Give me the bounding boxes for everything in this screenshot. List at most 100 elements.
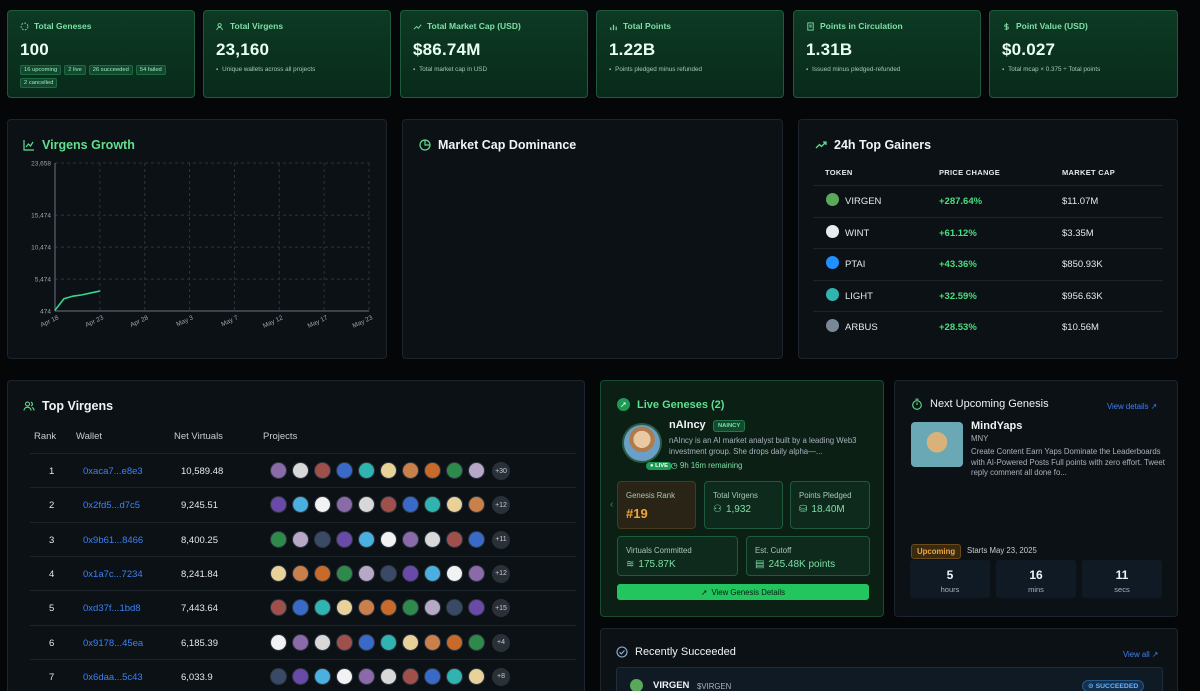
project-avatar[interactable]: [380, 564, 397, 582]
project-avatar[interactable]: [468, 599, 485, 617]
project-avatar[interactable]: [336, 633, 353, 651]
project-avatar[interactable]: [292, 462, 309, 479]
project-avatar[interactable]: [314, 599, 331, 617]
status-chip[interactable]: 54 failed: [135, 65, 166, 75]
virgen-row[interactable]: 7 0x6daa...5c43 6,033.9 +8: [30, 658, 576, 691]
project-avatar[interactable]: [402, 496, 419, 514]
project-avatar[interactable]: [270, 496, 287, 514]
project-avatar[interactable]: [314, 462, 331, 479]
view-details-link[interactable]: View details ↗: [1107, 402, 1157, 411]
project-avatar[interactable]: [380, 667, 397, 685]
project-avatar[interactable]: [424, 633, 441, 651]
project-avatar[interactable]: [270, 462, 287, 479]
project-avatar[interactable]: [446, 633, 463, 651]
project-avatar[interactable]: [292, 530, 309, 548]
gainer-row[interactable]: VIRGEN +287.64% $11.07M: [813, 185, 1163, 217]
upcoming-name[interactable]: MindYaps: [971, 420, 1022, 432]
project-avatar[interactable]: [314, 667, 331, 685]
project-avatar[interactable]: [424, 599, 441, 617]
project-avatar[interactable]: [292, 564, 309, 582]
gainer-row[interactable]: LIGHT +32.59% $956.63K: [813, 279, 1163, 312]
project-avatar[interactable]: [358, 564, 375, 582]
project-avatar[interactable]: [424, 564, 441, 582]
succeeded-item[interactable]: VIRGEN $VIRGEN ⊙ SUCCEEDED: [616, 667, 1163, 691]
project-avatar[interactable]: [402, 667, 419, 685]
project-avatar[interactable]: [446, 496, 463, 514]
project-avatar[interactable]: [468, 462, 485, 479]
wallet-link[interactable]: 0x2fd5...d7c5: [83, 500, 140, 511]
project-avatar[interactable]: [292, 633, 309, 651]
project-avatar[interactable]: [402, 599, 419, 617]
project-avatar[interactable]: [270, 599, 287, 617]
view-genesis-details-button[interactable]: ➚ View Genesis Details: [617, 584, 869, 600]
more-projects-badge[interactable]: +4: [492, 633, 510, 652]
project-avatar[interactable]: [380, 633, 397, 651]
more-projects-badge[interactable]: +12: [492, 496, 510, 515]
project-avatar[interactable]: [336, 667, 353, 685]
wallet-link[interactable]: 0xd37f...1bd8: [83, 603, 141, 614]
project-avatar[interactable]: [358, 462, 375, 479]
project-avatar[interactable]: [446, 462, 463, 479]
project-avatar[interactable]: [380, 462, 397, 479]
genesis-avatar[interactable]: [622, 423, 662, 463]
project-avatar[interactable]: [314, 564, 331, 582]
project-avatar[interactable]: [402, 530, 419, 548]
project-avatar[interactable]: [468, 530, 485, 548]
wallet-link[interactable]: 0xaca7...e8e3: [83, 466, 143, 477]
project-avatar[interactable]: [292, 667, 309, 685]
project-avatar[interactable]: [446, 599, 463, 617]
wallet-link[interactable]: 0x9178...45ea: [83, 638, 143, 649]
project-avatar[interactable]: [292, 496, 309, 514]
view-all-link[interactable]: View all ↗: [1123, 650, 1158, 659]
project-avatar[interactable]: [380, 599, 397, 617]
status-chip[interactable]: 2 cancelled: [20, 78, 58, 88]
project-avatar[interactable]: [336, 599, 353, 617]
virgen-row[interactable]: 1 0xaca7...e8e3 10,589.48 +30: [30, 453, 576, 487]
project-avatar[interactable]: [358, 599, 375, 617]
virgen-row[interactable]: 2 0x2fd5...d7c5 9,245.51 +12: [30, 487, 576, 521]
status-chip[interactable]: 26 succeeded: [88, 65, 133, 75]
project-avatar[interactable]: [270, 633, 287, 651]
project-avatar[interactable]: [424, 462, 441, 479]
project-avatar[interactable]: [468, 667, 485, 685]
more-projects-badge[interactable]: +11: [492, 530, 510, 549]
virgen-row[interactable]: 4 0x1a7c...7234 8,241.84 +12: [30, 555, 576, 590]
project-avatar[interactable]: [380, 496, 397, 514]
project-avatar[interactable]: [402, 564, 419, 582]
project-avatar[interactable]: [446, 530, 463, 548]
more-projects-badge[interactable]: +12: [492, 564, 510, 583]
virgen-row[interactable]: 5 0xd37f...1bd8 7,443.64 +15: [30, 590, 576, 624]
project-avatar[interactable]: [402, 462, 419, 479]
project-avatar[interactable]: [270, 530, 287, 548]
project-avatar[interactable]: [292, 599, 309, 617]
virgen-row[interactable]: 3 0x9b61...8466 8,400.25 +11: [30, 521, 576, 556]
project-avatar[interactable]: [446, 564, 463, 582]
project-avatar[interactable]: [468, 633, 485, 651]
status-chip[interactable]: 2 live: [64, 65, 86, 75]
gainer-row[interactable]: ARBUS +28.53% $10.56M: [813, 311, 1163, 343]
project-avatar[interactable]: [358, 496, 375, 514]
wallet-link[interactable]: 0x6daa...5c43: [83, 672, 143, 683]
more-projects-badge[interactable]: +8: [492, 667, 510, 686]
project-avatar[interactable]: [314, 530, 331, 548]
project-avatar[interactable]: [314, 633, 331, 651]
status-chip[interactable]: 16 upcoming: [20, 65, 62, 75]
gainer-row[interactable]: WINT +61.12% $3.35M: [813, 216, 1163, 249]
project-avatar[interactable]: [270, 564, 287, 582]
project-avatar[interactable]: [358, 530, 375, 548]
virgen-row[interactable]: 6 0x9178...45ea 6,185.39 +4: [30, 624, 576, 659]
wallet-link[interactable]: 0x9b61...8466: [83, 535, 143, 546]
project-avatar[interactable]: [402, 633, 419, 651]
project-avatar[interactable]: [424, 530, 441, 548]
genesis-name[interactable]: nAIncy: [669, 419, 706, 431]
project-avatar[interactable]: [446, 667, 463, 685]
project-avatar[interactable]: [314, 496, 331, 514]
upcoming-avatar[interactable]: [911, 422, 963, 467]
project-avatar[interactable]: [336, 530, 353, 548]
project-avatar[interactable]: [424, 496, 441, 514]
project-avatar[interactable]: [358, 667, 375, 685]
gainer-row[interactable]: PTAI +43.36% $850.93K: [813, 248, 1163, 280]
project-avatar[interactable]: [468, 564, 485, 582]
project-avatar[interactable]: [270, 667, 287, 685]
more-projects-badge[interactable]: +15: [492, 599, 510, 618]
